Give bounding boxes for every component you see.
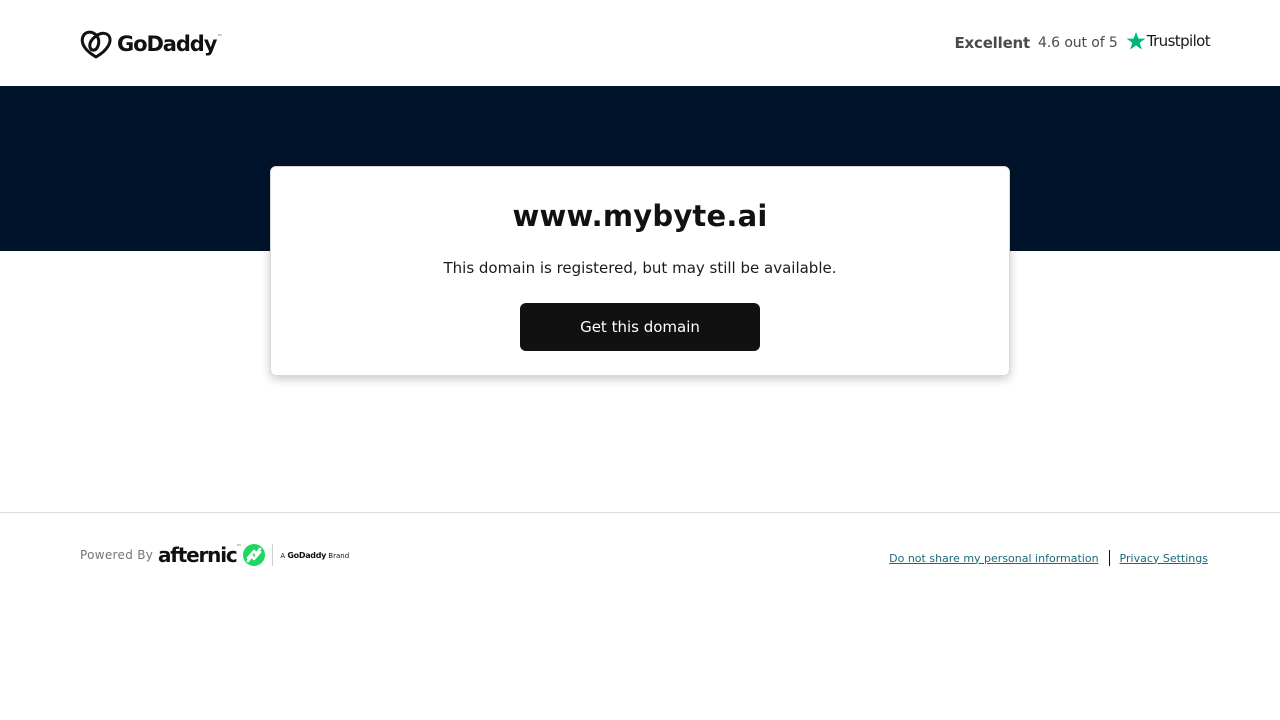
logo-wordmark: GoDaddy™: [117, 31, 223, 56]
get-domain-button[interactable]: Get this domain: [520, 303, 760, 351]
godaddy-logo[interactable]: GoDaddy™: [80, 28, 222, 60]
link-separator: [1108, 550, 1110, 566]
domain-name: www.mybyte.ai: [512, 199, 768, 233]
afternic-wordmark: afternic™: [158, 543, 242, 567]
trustpilot-widget[interactable]: Excellent 4.6 out of 5 Trustpilot: [955, 31, 1211, 55]
godaddy-heart-icon: [80, 30, 112, 59]
site-header: GoDaddy™ Excellent 4.6 out of 5 Trustpil…: [0, 0, 1280, 86]
do-not-share-link[interactable]: Do not share my personal information: [889, 552, 1098, 565]
afternic-arrows-icon: [243, 544, 266, 566]
footer-links: Do not share my personal information Pri…: [889, 549, 1208, 567]
trust-rating-word: Excellent: [954, 34, 1031, 52]
afternic-logo[interactable]: afternic™ A GoDaddy Brand: [158, 540, 349, 570]
trustpilot-brand: Trustpilot: [1146, 32, 1211, 50]
domain-card: www.mybyte.ai This domain is registered,…: [270, 166, 1010, 376]
powered-by-label: Powered By: [80, 548, 154, 562]
domain-status-text: This domain is registered, but may still…: [443, 259, 837, 277]
star-icon: [1126, 32, 1146, 50]
footer-divider: [0, 512, 1280, 513]
brand-separator: [272, 544, 274, 566]
privacy-settings-link[interactable]: Privacy Settings: [1120, 552, 1208, 565]
trust-score: 4.6 out of 5: [1038, 35, 1118, 51]
godaddy-brand-note: A GoDaddy Brand: [280, 550, 350, 560]
